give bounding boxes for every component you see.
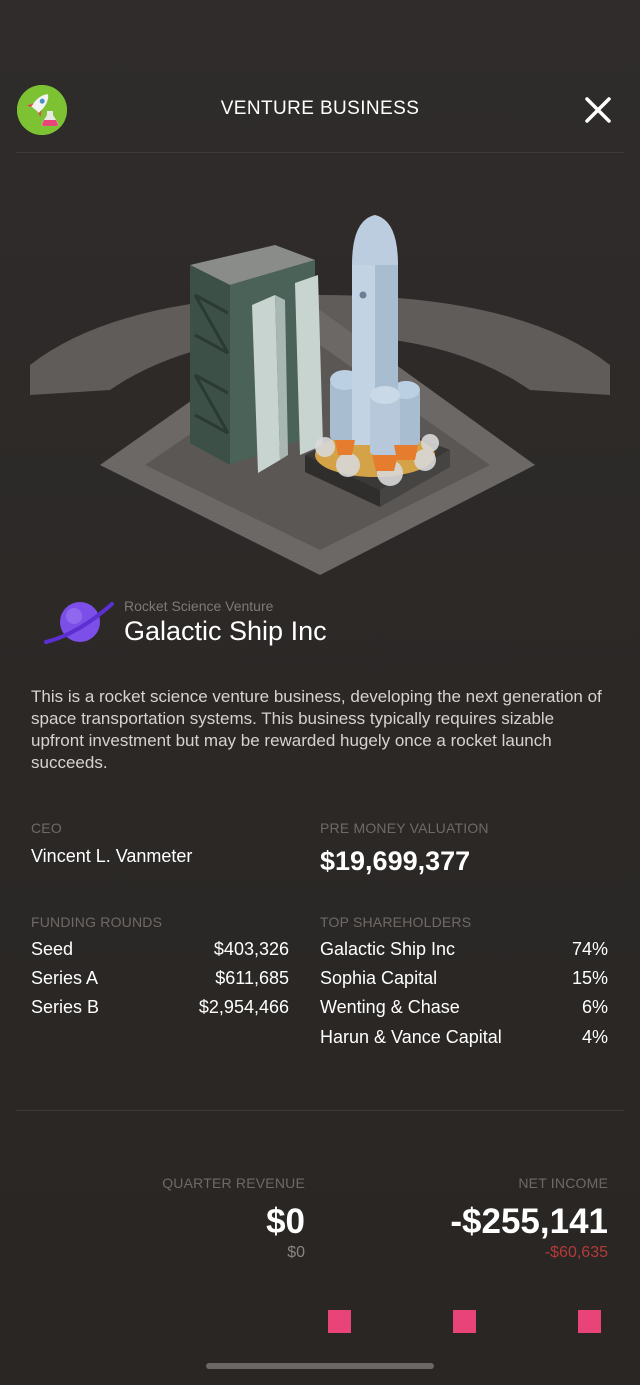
page-title: VENTURE BUSINESS bbox=[220, 98, 420, 119]
round-amount: $403,326 bbox=[213, 939, 289, 959]
ceo-name: Vincent L. Vanmeter bbox=[31, 846, 193, 866]
quarter-revenue-value: $0 bbox=[266, 1202, 305, 1241]
valuation-label: PRE MONEY VALUATION bbox=[320, 820, 489, 836]
indicator-square[interactable] bbox=[328, 1310, 351, 1333]
net-income-label: NET INCOME bbox=[518, 1175, 608, 1191]
quarter-revenue-change: $0 bbox=[287, 1244, 305, 1261]
home-indicator[interactable] bbox=[206, 1363, 434, 1369]
funding-round-row: Series A $611,685 bbox=[31, 968, 289, 989]
rocket-launch-illustration bbox=[30, 215, 610, 580]
funding-rounds-label: FUNDING ROUNDS bbox=[31, 914, 163, 930]
section-divider bbox=[16, 1110, 624, 1111]
close-icon bbox=[585, 97, 611, 123]
funding-round-row: Seed $403,326 bbox=[31, 939, 289, 960]
planet-icon bbox=[42, 598, 114, 650]
business-description: This is a rocket science venture busines… bbox=[31, 687, 602, 772]
indicator-square[interactable] bbox=[578, 1310, 601, 1333]
shareholder-name: Galactic Ship Inc bbox=[320, 939, 456, 959]
valuation-value: $19,699,377 bbox=[320, 846, 471, 876]
shareholder-name: Wenting & Chase bbox=[320, 997, 460, 1017]
shareholder-pct: 15% bbox=[571, 968, 608, 988]
shareholder-pct: 74% bbox=[571, 939, 608, 959]
funding-round-row: Series B $2,954,466 bbox=[31, 997, 289, 1018]
round-name: Series B bbox=[31, 997, 100, 1017]
ceo-label: CEO bbox=[31, 820, 62, 836]
close-button[interactable] bbox=[583, 95, 613, 125]
shareholder-name: Sophia Capital bbox=[320, 968, 438, 988]
shareholder-name: Harun & Vance Capital bbox=[320, 1027, 502, 1047]
shareholder-row: Sophia Capital 15% bbox=[320, 968, 608, 989]
shareholder-row: Harun & Vance Capital 4% bbox=[320, 1027, 608, 1048]
quarter-revenue-label: QUARTER REVENUE bbox=[162, 1175, 305, 1191]
funding-rounds-list: Seed $403,326 Series A $611,685 Series B… bbox=[31, 939, 289, 1029]
net-income-value: -$255,141 bbox=[450, 1202, 608, 1241]
round-amount: $2,954,466 bbox=[198, 997, 289, 1017]
round-amount: $611,685 bbox=[215, 968, 289, 988]
shareholder-pct: 4% bbox=[581, 1027, 608, 1047]
shareholders-list: Galactic Ship Inc 74% Sophia Capital 15%… bbox=[320, 939, 608, 1059]
business-name: Galactic Ship Inc bbox=[124, 616, 327, 646]
shareholder-row: Wenting & Chase 6% bbox=[320, 997, 608, 1018]
shareholders-label: TOP SHAREHOLDERS bbox=[320, 914, 472, 930]
round-name: Seed bbox=[31, 939, 74, 959]
indicator-square[interactable] bbox=[453, 1310, 476, 1333]
shareholder-pct: 6% bbox=[581, 997, 608, 1017]
net-income-change: -$60,635 bbox=[544, 1244, 608, 1261]
business-category: Rocket Science Venture bbox=[124, 598, 274, 614]
round-name: Series A bbox=[31, 968, 99, 988]
shareholder-row: Galactic Ship Inc 74% bbox=[320, 939, 608, 960]
header-divider bbox=[16, 152, 624, 153]
